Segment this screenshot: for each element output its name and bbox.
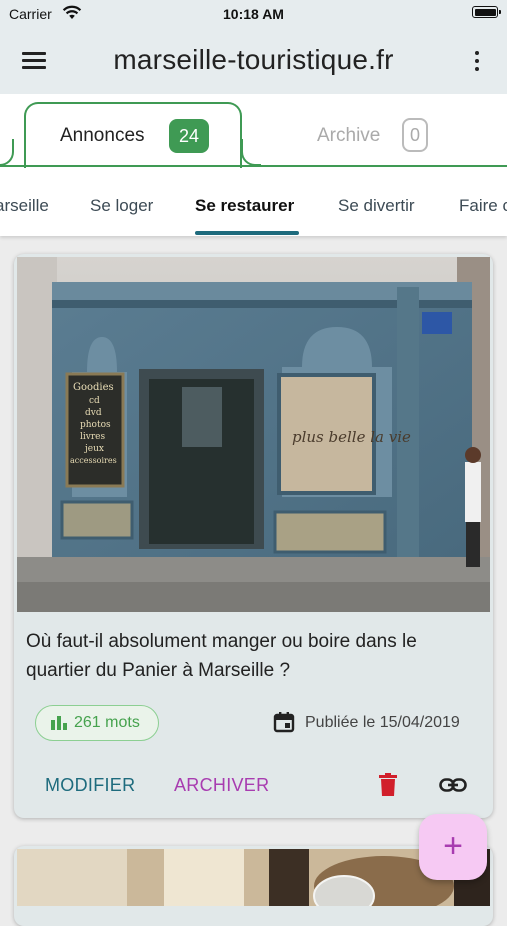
tab-edge-decoration: [241, 139, 261, 166]
board-text: photos: [80, 420, 111, 430]
word-count: 261 mots: [74, 714, 140, 731]
window-sign-text: plus belle la vie: [292, 428, 411, 446]
delete-icon[interactable]: [379, 773, 397, 796]
tab-count-badge: 0: [402, 118, 428, 152]
article-card[interactable]: Goodies cd dvd photos livres jeux access…: [14, 254, 493, 818]
category-tabs: arseille Se loger Se restaurer Se divert…: [0, 168, 507, 236]
status-bar: Carrier 10:18 AM: [0, 0, 507, 28]
clock: 10:18 AM: [223, 6, 284, 22]
tab-bar: Annonces 24 Archive 0: [0, 94, 507, 168]
app-bar: marseille-touristique.fr: [0, 28, 507, 94]
published-date: Publiée le 15/04/2019: [305, 714, 460, 731]
bar-chart-icon: [51, 716, 67, 730]
tab-archive[interactable]: Archive 0: [290, 102, 460, 164]
board-text: cd: [89, 396, 100, 406]
calendar-icon: [273, 712, 295, 733]
category-marseille[interactable]: arseille: [0, 196, 49, 216]
archiver-button[interactable]: ARCHIVER: [174, 775, 269, 796]
plus-icon: +: [443, 827, 463, 865]
board-text: livres: [80, 432, 105, 442]
board-text: jeux: [84, 444, 104, 454]
battery-icon: [472, 6, 501, 18]
tab-edge-decoration: [0, 139, 14, 166]
word-count-chip: 261 mots: [35, 705, 159, 741]
add-button[interactable]: +: [419, 814, 487, 880]
tab-annonces[interactable]: Annonces 24: [24, 102, 242, 168]
category-se-restaurer[interactable]: Se restaurer: [195, 196, 294, 216]
link-icon[interactable]: [439, 774, 467, 796]
tab-count-badge: 24: [169, 119, 209, 153]
active-category-indicator: [195, 231, 299, 235]
modifier-button[interactable]: MODIFIER: [45, 775, 135, 796]
app-title: marseille-touristique.fr: [113, 44, 394, 75]
board-text: accessoires: [70, 456, 117, 465]
category-se-divertir[interactable]: Se divertir: [338, 196, 415, 216]
category-faire[interactable]: Faire c: [459, 196, 507, 216]
tab-baseline: [0, 165, 507, 167]
article-title[interactable]: Où faut-il absolument manger ou boire da…: [26, 627, 481, 685]
more-vert-icon[interactable]: [470, 49, 484, 73]
category-se-loger[interactable]: Se loger: [90, 196, 153, 216]
tab-label: Archive: [317, 125, 381, 146]
board-text: dvd: [85, 408, 102, 418]
board-text: Goodies: [73, 382, 114, 393]
tab-label: Annonces: [60, 125, 145, 146]
article-image: Goodies cd dvd photos livres jeux access…: [17, 257, 490, 612]
